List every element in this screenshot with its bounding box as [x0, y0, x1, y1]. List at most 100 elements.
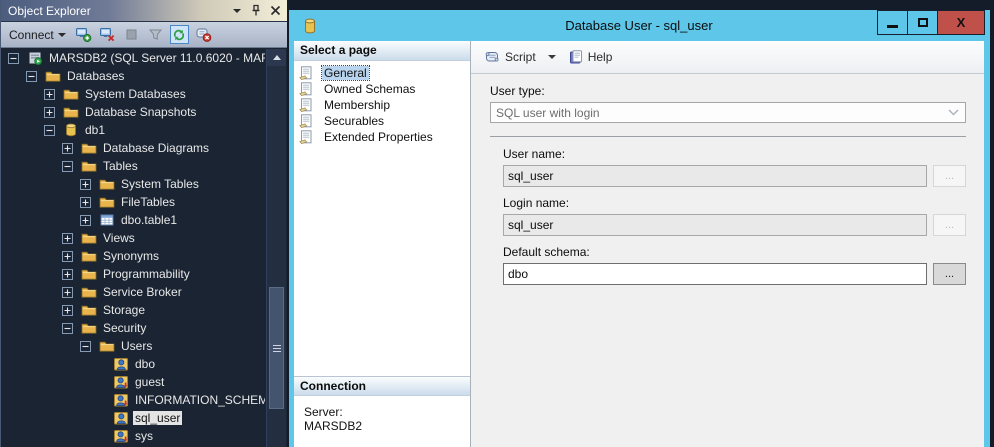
- tree-item-label: Service Broker: [101, 285, 184, 299]
- page-item-label: Extended Properties: [322, 130, 435, 144]
- user-type-combobox[interactable]: SQL user with login: [490, 102, 966, 123]
- tree-item[interactable]: System Tables: [2, 175, 265, 193]
- help-label: Help: [588, 50, 613, 64]
- default-schema-input[interactable]: [503, 263, 927, 285]
- tree-item[interactable]: Synonyms: [2, 247, 265, 265]
- close-button[interactable]: X: [937, 10, 985, 35]
- collapse-minus-icon[interactable]: [80, 341, 95, 352]
- tree-item-label: Storage: [101, 303, 147, 317]
- expand-plus-icon[interactable]: [80, 215, 95, 226]
- filter-funnel-icon: [148, 27, 163, 42]
- script-button[interactable]: Script: [480, 46, 540, 68]
- tree-item[interactable]: guest: [2, 373, 265, 391]
- tree-item[interactable]: Tables: [2, 157, 265, 175]
- user-name-input[interactable]: [503, 165, 927, 187]
- expand-plus-icon[interactable]: [62, 287, 77, 298]
- connect-object-explorer-button[interactable]: [74, 25, 93, 44]
- stop-square-icon: [126, 29, 137, 40]
- folder-icon: [81, 266, 97, 282]
- pin-icon[interactable]: [248, 3, 264, 18]
- tree-item[interactable]: Database Snapshots: [2, 103, 265, 121]
- minimize-button[interactable]: [877, 10, 908, 35]
- tree-item-label: System Tables: [119, 177, 201, 191]
- tree-item[interactable]: sql_user: [2, 409, 265, 427]
- folder-icon: [99, 338, 115, 354]
- page-item-extended-properties[interactable]: Extended Properties: [294, 129, 470, 145]
- tree-item[interactable]: dbo.table1: [2, 211, 265, 229]
- tree-item[interactable]: INFORMATION_SCHEM: [2, 391, 265, 409]
- disconnect-object-explorer-button[interactable]: [98, 25, 117, 44]
- expand-plus-icon[interactable]: [62, 233, 77, 244]
- tree-item[interactable]: Views: [2, 229, 265, 247]
- expand-plus-icon[interactable]: [80, 179, 95, 190]
- script-error-button[interactable]: [194, 25, 213, 44]
- tree-item[interactable]: MARSDB2 (SQL Server 11.0.6020 - MARSD: [2, 49, 265, 67]
- tree-item[interactable]: Storage: [2, 301, 265, 319]
- tree-vertical-scrollbar[interactable]: [266, 49, 286, 447]
- expand-plus-icon[interactable]: [62, 143, 77, 154]
- object-explorer-tree: MARSDB2 (SQL Server 11.0.6020 - MARSD Dat…: [2, 49, 265, 447]
- folder-icon: [81, 320, 97, 336]
- page-icon: [298, 97, 318, 113]
- object-explorer-toolbar: Connect: [1, 22, 287, 48]
- database-user-dialog: Database User - sql_user X Select a page…: [289, 10, 990, 447]
- tree-item[interactable]: db1: [2, 121, 265, 139]
- dialog-titlebar[interactable]: Database User - sql_user X: [294, 10, 984, 41]
- user-name-browse-button: ...: [933, 165, 966, 187]
- page-item-securables[interactable]: Securables: [294, 113, 470, 129]
- tree-item[interactable]: FileTables: [2, 193, 265, 211]
- window-position-menu-icon[interactable]: [229, 3, 245, 18]
- close-icon[interactable]: [267, 3, 283, 18]
- general-page-form: User type: SQL user with login User name…: [471, 74, 984, 294]
- tree-item[interactable]: Programmability: [2, 265, 265, 283]
- scrollbar-grip-icon: [273, 351, 281, 352]
- tree-item-label: sys: [133, 429, 155, 443]
- expand-plus-icon[interactable]: [62, 251, 77, 262]
- filter-button[interactable]: [146, 25, 165, 44]
- page-item-owned-schemas[interactable]: Owned Schemas: [294, 81, 470, 97]
- default-schema-browse-button[interactable]: ...: [933, 263, 966, 285]
- connect-server-icon: [75, 26, 92, 43]
- select-a-page-header: Select a page: [294, 41, 470, 61]
- script-dropdown-chevron-icon[interactable]: [548, 55, 556, 59]
- page-item-membership[interactable]: Membership: [294, 97, 470, 113]
- tree-item[interactable]: dbo: [2, 355, 265, 373]
- expand-plus-icon[interactable]: [44, 107, 59, 118]
- user-type-label: User type:: [490, 84, 966, 98]
- tree-item[interactable]: Users: [2, 337, 265, 355]
- tree-item[interactable]: Security: [2, 319, 265, 337]
- table-icon: [99, 212, 115, 228]
- page-item-general[interactable]: General: [294, 65, 470, 81]
- collapse-minus-icon[interactable]: [8, 53, 23, 64]
- help-button[interactable]: Help: [564, 46, 617, 68]
- stop-button[interactable]: [122, 25, 141, 44]
- expand-plus-icon[interactable]: [44, 89, 59, 100]
- tree-item[interactable]: System Databases: [2, 85, 265, 103]
- tree-item-label: FileTables: [119, 195, 177, 209]
- select-a-page-pane: Select a page GeneralOwned SchemasMember…: [294, 41, 471, 447]
- connect-button[interactable]: Connect: [6, 26, 69, 44]
- login-name-input[interactable]: [503, 214, 927, 236]
- folder-icon: [81, 158, 97, 174]
- expand-plus-icon[interactable]: [80, 197, 95, 208]
- tree-item[interactable]: sys: [2, 427, 265, 445]
- collapse-minus-icon[interactable]: [26, 71, 41, 82]
- tree-item[interactable]: Database Diagrams: [2, 139, 265, 157]
- collapse-minus-icon[interactable]: [44, 125, 59, 136]
- collapse-minus-icon[interactable]: [62, 161, 77, 172]
- expand-plus-icon[interactable]: [62, 269, 77, 280]
- maximize-button[interactable]: [907, 10, 938, 35]
- refresh-button[interactable]: [170, 25, 189, 44]
- script-scroll-icon: [484, 49, 501, 65]
- folder-icon: [99, 176, 115, 192]
- tree-item[interactable]: Service Broker: [2, 283, 265, 301]
- collapse-minus-icon[interactable]: [62, 323, 77, 334]
- scrollbar-thumb[interactable]: [269, 287, 284, 409]
- folder-icon: [45, 68, 61, 84]
- folder-icon: [81, 230, 97, 246]
- scrollbar-up-arrow[interactable]: [267, 49, 286, 66]
- tree-item-label: Databases: [65, 69, 126, 83]
- tree-item[interactable]: Databases: [2, 67, 265, 85]
- expand-plus-icon[interactable]: [62, 305, 77, 316]
- login-name-label: Login name:: [503, 196, 966, 210]
